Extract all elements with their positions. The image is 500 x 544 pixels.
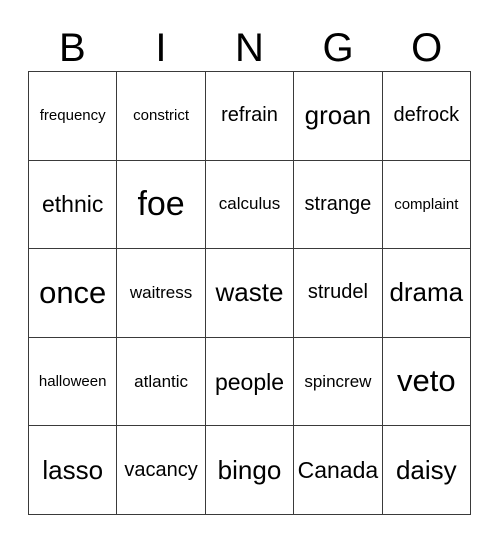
bingo-cell-label: daisy <box>395 454 457 485</box>
bingo-cell-label: once <box>39 274 107 310</box>
bingo-cell[interactable]: bingo <box>205 426 295 515</box>
header-letter-b: B <box>58 26 86 70</box>
bingo-cell-label: veto <box>396 363 456 399</box>
bingo-cell-label: lasso <box>42 454 104 485</box>
bingo-cell[interactable]: lasso <box>29 426 118 515</box>
bingo-cell[interactable]: waste <box>205 249 295 338</box>
bingo-header: B I N G O <box>28 18 471 70</box>
bingo-cell-label: vacancy <box>124 458 198 481</box>
bingo-cell[interactable]: drama <box>382 249 471 338</box>
bingo-cell-label: foe <box>137 184 185 223</box>
bingo-cell[interactable]: constrict <box>117 72 206 161</box>
bingo-cell[interactable]: defrock <box>382 72 471 161</box>
bingo-cell[interactable]: ethnic <box>29 160 118 250</box>
bingo-cell[interactable]: calculus <box>205 160 295 250</box>
bingo-cell-label: ethnic <box>42 191 104 218</box>
bingo-cell[interactable]: complaint <box>382 160 471 250</box>
bingo-cell-label: complaint <box>394 195 459 213</box>
bingo-cell-label: groan <box>304 100 372 131</box>
bingo-cell[interactable]: daisy <box>382 426 471 515</box>
bingo-cell-label: refrain <box>221 104 278 127</box>
bingo-cell-label: Canada <box>297 457 379 484</box>
bingo-cell[interactable]: veto <box>382 337 471 427</box>
bingo-cell-label: people <box>214 368 285 395</box>
bingo-cell[interactable]: Canada <box>294 426 383 515</box>
header-letter-o: O <box>411 26 443 70</box>
bingo-cell[interactable]: frequency <box>29 72 118 161</box>
bingo-cell[interactable]: atlantic <box>117 337 206 427</box>
bingo-cell[interactable]: people <box>205 337 295 427</box>
bingo-cell[interactable]: strange <box>294 160 383 250</box>
bingo-cell[interactable]: vacancy <box>117 426 206 515</box>
bingo-cell-label: bingo <box>217 454 282 485</box>
bingo-cell[interactable]: foe <box>117 160 206 250</box>
bingo-cell-label: calculus <box>218 194 281 214</box>
header-letter-i: I <box>155 26 167 70</box>
bingo-cell[interactable]: refrain <box>205 72 295 161</box>
header-letter-g: G <box>322 26 354 70</box>
bingo-cell[interactable]: strudel <box>294 249 383 338</box>
bingo-cell-label: strudel <box>307 281 368 304</box>
bingo-grid: frequency constrict refrain groan defrock eth… <box>28 71 471 515</box>
bingo-cell[interactable]: once <box>29 249 118 338</box>
bingo-cell[interactable]: halloween <box>29 337 118 427</box>
bingo-cell-label: defrock <box>393 104 460 127</box>
bingo-cell-label: halloween <box>38 372 107 390</box>
bingo-cell-label: strange <box>304 192 372 215</box>
bingo-cell-label: constrict <box>133 106 190 124</box>
bingo-cell[interactable]: waitress <box>117 249 206 338</box>
bingo-cell-label: atlantic <box>134 371 189 391</box>
bingo-cell-label: drama <box>389 277 464 308</box>
bingo-card: B I N G O frequency constrict refrain groan… <box>0 0 500 544</box>
bingo-cell[interactable]: spincrew <box>294 337 383 427</box>
bingo-cell-label: waitress <box>129 283 193 303</box>
header-letter-n: N <box>235 26 264 70</box>
bingo-cell-label: waste <box>215 277 284 308</box>
bingo-cell-label: frequency <box>39 106 106 124</box>
bingo-cell[interactable]: groan <box>294 72 383 161</box>
bingo-cell-label: spincrew <box>304 371 372 391</box>
